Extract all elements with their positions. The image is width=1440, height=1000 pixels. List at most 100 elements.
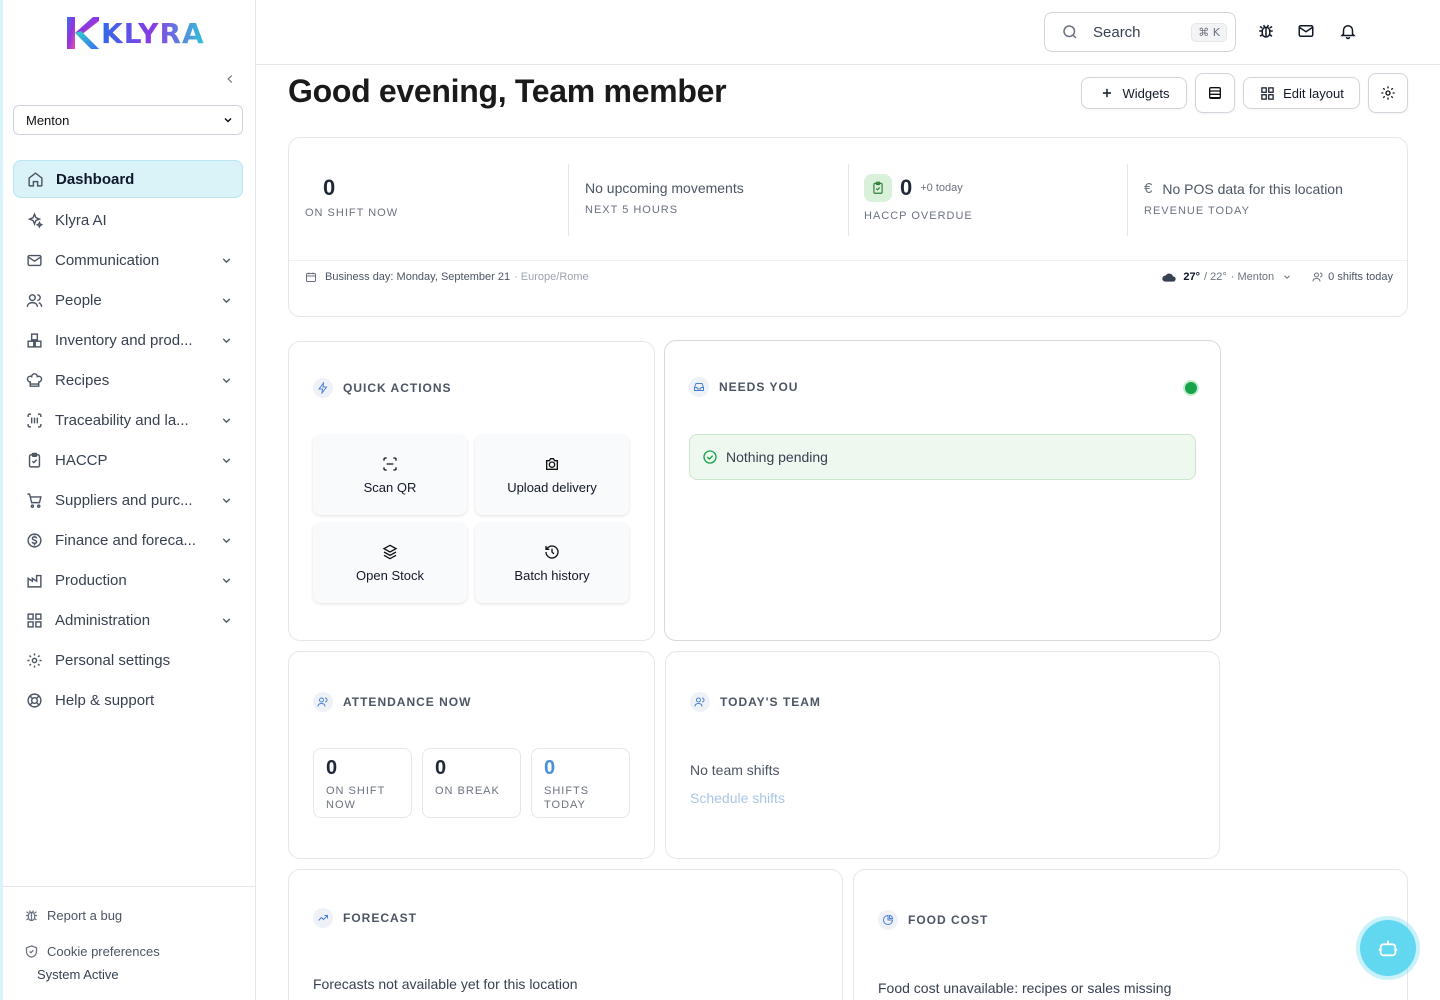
sidebar-item-label: Administration — [55, 611, 151, 629]
sidebar-item-inventory[interactable]: Inventory and prod... — [13, 320, 243, 360]
kpi-value: 0 — [900, 175, 913, 200]
euro-icon: € — [1144, 180, 1153, 197]
bug-icon — [1259, 24, 1273, 38]
sidebar-item-klyra-ai[interactable]: Klyra AI — [13, 200, 243, 240]
attendance-on-break[interactable]: 0 ON BREAK — [422, 748, 521, 818]
batch-history-button[interactable]: Batch history — [475, 523, 629, 603]
attendance-caption: ON SHIFT NOW — [326, 785, 386, 811]
ai-assistant-button[interactable] — [1360, 920, 1416, 976]
sidebar-item-production[interactable]: Production — [13, 560, 243, 600]
kpi-caption: ON SHIFT NOW — [305, 207, 399, 219]
search-icon — [1063, 25, 1077, 39]
lifebuoy-icon — [25, 691, 43, 709]
sidebar-item-label: Klyra AI — [55, 211, 107, 229]
chevron-down-icon — [219, 293, 233, 307]
kpi-title: No POS data for this location — [1162, 180, 1343, 197]
bot-icon — [1378, 940, 1398, 957]
sidebar-item-recipes[interactable]: Recipes — [13, 360, 243, 400]
scan-qr-button[interactable]: Scan QR — [313, 435, 467, 515]
kpi-movements[interactable]: No upcoming movements NEXT 5 HOURS — [585, 162, 835, 236]
chevron-left-icon — [227, 75, 233, 83]
plus-icon — [1099, 85, 1115, 101]
lightning-icon — [313, 378, 333, 398]
sidebar: KLYRA Menton Dashboard Klyra AI Communic… — [0, 0, 256, 1000]
attendance-shifts-today[interactable]: 0 SHIFTS TODAY — [531, 748, 630, 818]
kpi-caption: HACCP OVERDUE — [864, 210, 973, 222]
sidebar-item-dashboard[interactable]: Dashboard — [13, 160, 243, 198]
collapse-sidebar-button[interactable] — [219, 68, 241, 90]
boxes-icon — [25, 331, 43, 349]
forecast-card: FORECAST Forecasts not available yet for… — [288, 869, 843, 1000]
list-view-button[interactable] — [1195, 73, 1235, 113]
chevron-down-icon — [224, 117, 232, 123]
kpi-on-shift[interactable]: 0 ON SHIFT NOW — [305, 162, 555, 236]
attendance-caption: ON BREAK — [435, 785, 500, 797]
sidebar-item-haccp[interactable]: HACCP — [13, 440, 243, 480]
sidebar-item-traceability[interactable]: Traceability and la... — [13, 400, 243, 440]
cart-icon — [25, 491, 43, 509]
chef-hat-icon — [25, 371, 43, 389]
location-select[interactable]: Menton — [13, 105, 243, 135]
schedule-shifts-link[interactable]: Schedule shifts — [690, 790, 785, 806]
attendance-on-shift[interactable]: 0 ON SHIFT NOW — [313, 748, 412, 818]
sidebar-item-suppliers[interactable]: Suppliers and purc... — [13, 480, 243, 520]
page-title: Good evening, Team member — [288, 73, 727, 109]
messages-button[interactable] — [1296, 21, 1316, 41]
edit-layout-button[interactable]: Edit layout — [1243, 77, 1360, 109]
summary-divider — [289, 260, 1407, 261]
sidebar-item-label: Inventory and prod... — [55, 331, 193, 349]
temp-low: / 22° — [1204, 271, 1227, 283]
report-bug-link[interactable]: Report a bug — [3, 897, 256, 933]
sidebar-item-finance[interactable]: Finance and foreca... — [13, 520, 243, 560]
weather-widget[interactable]: 27° / 22° · Menton — [1161, 271, 1292, 283]
bug-icon — [23, 907, 39, 923]
quick-actions-card: QUICK ACTIONS Scan QR Upload delivery Op… — [288, 341, 655, 641]
sidebar-item-label: People — [55, 291, 102, 309]
scan-icon — [382, 456, 398, 472]
action-label: Batch history — [514, 567, 590, 583]
notifications-button[interactable] — [1338, 21, 1358, 41]
bug-report-button[interactable] — [1256, 21, 1276, 41]
brand-logo[interactable]: KLYRA — [65, 14, 205, 52]
attendance-caption: SHIFTS TODAY — [544, 785, 590, 811]
business-day-bar: Business day: Monday, September 21 · Eur… — [305, 270, 1393, 284]
dashboard-settings-button[interactable] — [1368, 73, 1408, 113]
gear-icon — [25, 651, 43, 669]
sidebar-item-communication[interactable]: Communication — [13, 240, 243, 280]
summary-card: 0 ON SHIFT NOW No upcoming movements NEX… — [288, 137, 1408, 317]
sidebar-item-people[interactable]: People — [13, 280, 243, 320]
layout-grid-icon — [1259, 85, 1275, 101]
open-stock-button[interactable]: Open Stock — [313, 523, 467, 603]
cookie-preferences-link[interactable]: Cookie preferences — [3, 933, 256, 969]
sidebar-item-label: Dashboard — [56, 170, 135, 188]
food-cost-empty-text: Food cost unavailable: recipes or sales … — [878, 980, 1172, 996]
trending-up-icon — [313, 908, 333, 928]
sidebar-item-administration[interactable]: Administration — [13, 600, 243, 640]
kpi-revenue[interactable]: € No POS data for this location REVENUE … — [1144, 162, 1394, 236]
chevron-down-icon — [219, 333, 233, 347]
kpi-haccp[interactable]: 0 +0 today HACCP OVERDUE — [864, 162, 1114, 236]
mail-icon — [25, 251, 43, 269]
system-status: System Active — [37, 967, 119, 982]
search-input[interactable]: Search ⌘ K — [1044, 12, 1236, 52]
sparkles-icon — [25, 211, 43, 229]
card-header: ATTENDANCE NOW — [313, 692, 471, 712]
sidebar-item-label: Suppliers and purc... — [55, 491, 193, 509]
action-label: Open Stock — [356, 567, 424, 583]
sidebar-footer: Report a bug Cookie preferences System A… — [3, 886, 256, 982]
sidebar-item-label: Communication — [55, 251, 160, 269]
sidebar-item-help[interactable]: Help & support — [13, 680, 243, 720]
kpi-title: No upcoming movements — [585, 180, 744, 196]
klyra-logo-icon — [67, 17, 99, 49]
kpi-revenue-row: € No POS data for this location — [1144, 180, 1394, 197]
kpi-caption: NEXT 5 HOURS — [585, 204, 679, 216]
widgets-button[interactable]: Widgets — [1081, 77, 1187, 109]
sidebar-nav: Dashboard Klyra AI Communication People … — [13, 160, 243, 720]
pie-chart-icon — [878, 910, 898, 930]
upload-delivery-button[interactable]: Upload delivery — [475, 435, 629, 515]
location-select-value: Menton — [26, 112, 70, 128]
kpi-delta: +0 today — [920, 182, 963, 194]
action-label: Upload delivery — [507, 479, 597, 495]
shifts-today: 0 shifts today — [1312, 271, 1393, 283]
sidebar-item-personal-settings[interactable]: Personal settings — [13, 640, 243, 680]
